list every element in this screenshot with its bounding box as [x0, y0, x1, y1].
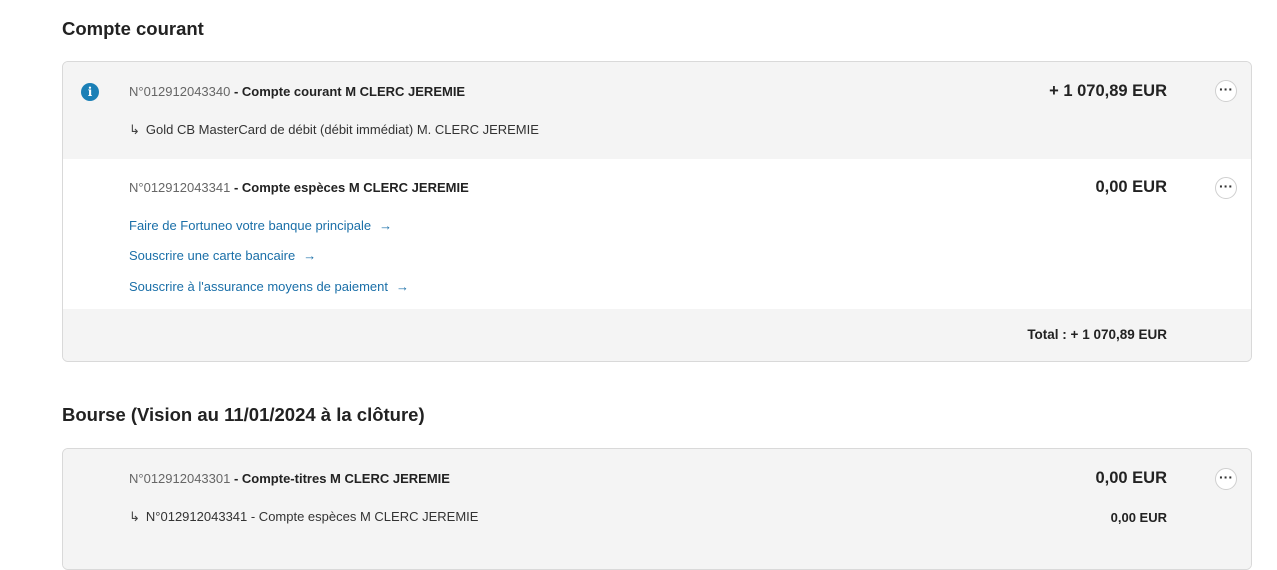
- arrow-right-icon: →: [396, 279, 410, 294]
- linked-card-line: ↳ Gold CB MasterCard de débit (débit immé…: [129, 122, 539, 138]
- account-separator: -: [230, 84, 242, 99]
- account-row-compte-especes[interactable]: N°012912043341 - Compte espèces M CLERC …: [63, 159, 1251, 309]
- account-name: Compte espèces M CLERC JEREMIE: [241, 180, 469, 195]
- account-separator: -: [230, 180, 242, 195]
- more-options-button[interactable]: ···: [1215, 80, 1237, 102]
- linked-account-line: ↳ N°012912043341 - Compte espèces M CLERC…: [129, 509, 478, 525]
- account-balance: 0,00 EUR: [1095, 178, 1167, 196]
- linked-card-label: Gold CB MasterCard de débit (débit imméd…: [145, 122, 539, 137]
- account-separator: -: [230, 471, 242, 486]
- compte-courant-card: i N°012912043340 - Compte courant M CLER…: [62, 61, 1252, 362]
- more-options-button[interactable]: ···: [1215, 177, 1237, 199]
- sub-arrow-icon: ↳: [129, 122, 140, 137]
- account-number: N°012912043301: [129, 471, 231, 486]
- account-title: N°012912043340 - Compte courant M CLERC …: [129, 84, 465, 99]
- account-row-compte-titres[interactable]: N°012912043301 - Compte-titres M CLERC J…: [63, 449, 1251, 569]
- total-balance: Total : + 1 070,89 EUR: [1027, 327, 1167, 342]
- account-balance: 0,00 EUR: [1095, 469, 1167, 487]
- linked-account-balance: 0,00 EUR: [1110, 510, 1167, 525]
- more-options-button[interactable]: ···: [1215, 468, 1237, 490]
- link-assurance-moyens-paiement[interactable]: Souscrire à l'assurance moyens de paieme…: [129, 279, 409, 294]
- arrow-right-icon: →: [379, 218, 393, 233]
- total-row: Total : + 1 070,89 EUR: [63, 309, 1251, 361]
- link-label: Souscrire une carte bancaire: [129, 248, 296, 263]
- info-icon[interactable]: i: [81, 83, 99, 101]
- account-name: Compte-titres M CLERC JEREMIE: [241, 471, 450, 486]
- account-title: N°012912043301 - Compte-titres M CLERC J…: [129, 471, 450, 486]
- link-banque-principale[interactable]: Faire de Fortuneo votre banque principal…: [129, 218, 392, 233]
- linked-account-label: N°012912043341 - Compte espèces M CLERC …: [145, 509, 479, 524]
- arrow-right-icon: →: [303, 248, 317, 263]
- account-number: N°012912043341: [129, 180, 231, 195]
- sub-arrow-icon: ↳: [129, 509, 140, 524]
- account-number: N°012912043340: [129, 84, 231, 99]
- link-label: Faire de Fortuneo votre banque principal…: [129, 218, 372, 233]
- account-balance: + 1 070,89 EUR: [1049, 82, 1167, 100]
- account-title: N°012912043341 - Compte espèces M CLERC …: [129, 180, 469, 195]
- link-label: Souscrire à l'assurance moyens de paieme…: [129, 279, 389, 294]
- account-name: Compte courant M CLERC JEREMIE: [241, 84, 466, 99]
- bourse-card: N°012912043301 - Compte-titres M CLERC J…: [62, 448, 1252, 570]
- link-carte-bancaire[interactable]: Souscrire une carte bancaire →: [129, 248, 316, 263]
- section-title-compte-courant: Compte courant: [62, 18, 204, 39]
- section-title-bourse: Bourse (Vision au 11/01/2024 à la clôtur…: [62, 404, 425, 425]
- account-row-compte-courant[interactable]: i N°012912043340 - Compte courant M CLER…: [63, 62, 1251, 159]
